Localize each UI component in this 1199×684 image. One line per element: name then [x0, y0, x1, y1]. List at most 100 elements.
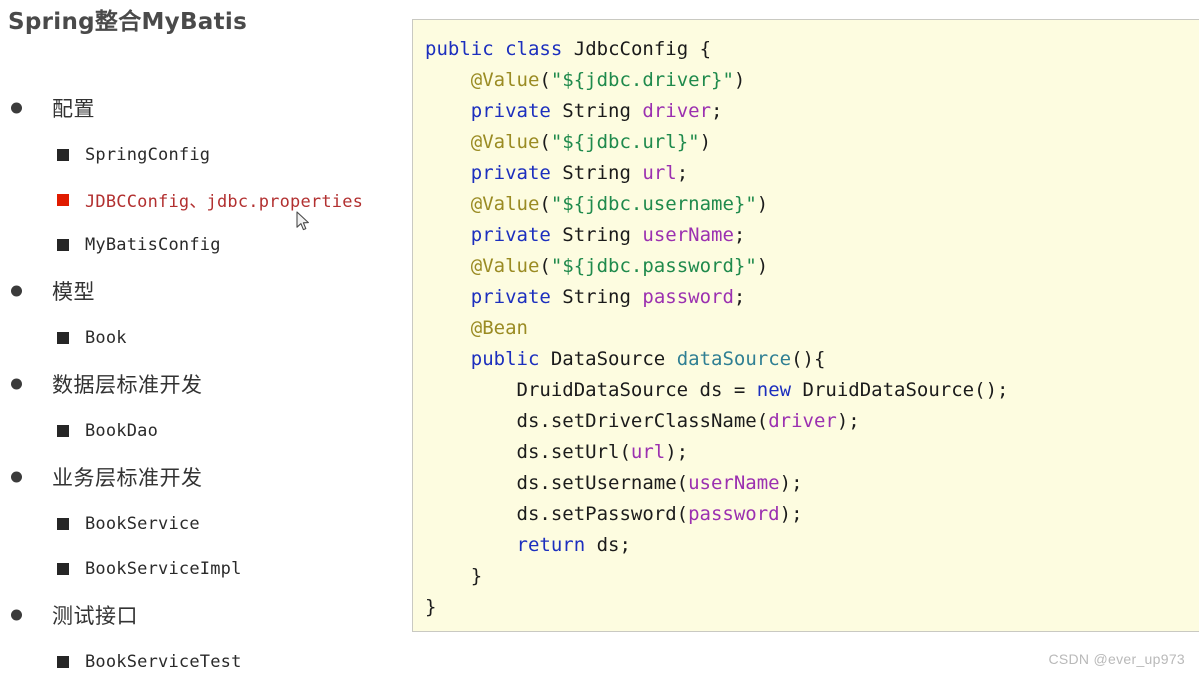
watermark-text: CSDN @ever_up973 [1048, 651, 1185, 667]
code-token: url [642, 162, 677, 184]
code-token: driver [642, 100, 712, 122]
outline-item-level1-label: 配置 [52, 97, 95, 121]
code-token: return [516, 534, 586, 556]
outline-list: 配置 SpringConfig JDBCConfig、jdbc.properties… [0, 84, 412, 684]
code-line: @Value("${jdbc.username}") [425, 193, 768, 215]
code-token: ( [539, 69, 551, 91]
outline-group: 业务层标准开发 BookService BookServiceImpl [0, 453, 412, 591]
outline-item-level2-label: BookService [85, 513, 200, 534]
bullet-dot-icon [11, 102, 22, 114]
code-token: @Bean [470, 317, 528, 339]
code-token: ds.setDriverClassName( [516, 410, 769, 432]
outline-item-level2-label: BookDao [85, 420, 159, 441]
code-token: String [562, 100, 631, 122]
code-token: } [425, 596, 437, 618]
code-token: "${jdbc.url}" [550, 131, 700, 153]
outline-item-level2[interactable]: BookServiceImpl [0, 546, 412, 591]
code-line: private String driver; [425, 100, 723, 122]
code-token: password [688, 503, 780, 525]
outline-item-level2-label: MyBatisConfig [85, 234, 221, 255]
code-line: @Bean [425, 317, 528, 339]
outline-item-level1[interactable]: 配置 [0, 84, 412, 132]
code-token: ; [733, 286, 746, 308]
outline-item-level1-label: 模型 [52, 280, 95, 304]
outline-item-level2-label: JDBCConfig、jdbc.properties [85, 192, 364, 212]
outline-item-level1-label: 测试接口 [52, 604, 138, 628]
outline-item-level2[interactable]: BookService [0, 501, 412, 546]
outline-item-level1[interactable]: 数据层标准开发 [0, 360, 412, 408]
code-token: JdbcConfig [573, 38, 689, 60]
outline-item-level2[interactable]: SpringConfig [0, 132, 412, 177]
code-token: @Value [470, 131, 540, 153]
code-token: String [562, 224, 631, 246]
outline-item-level2[interactable]: Book [0, 315, 412, 360]
outline-item-level2-label: Book [85, 327, 127, 348]
code-token: ); [836, 410, 860, 432]
code-token: ds; [585, 534, 631, 556]
outline-group: 测试接口 BookServiceTest [0, 591, 412, 684]
code-token: dataSource [676, 348, 792, 370]
bullet-dot-icon [11, 378, 22, 390]
outline-item-level1[interactable]: 业务层标准开发 [0, 453, 412, 501]
code-block: public class JdbcConfig { @Value("${jdbc… [413, 20, 1199, 623]
code-token: { [688, 38, 712, 60]
code-token: ( [539, 255, 551, 277]
code-token: ); [779, 503, 803, 525]
code-token: driver [768, 410, 837, 432]
code-token: password [642, 286, 734, 308]
code-token: ( [539, 193, 551, 215]
bullet-square-icon [57, 517, 69, 530]
code-line: private String userName; [425, 224, 746, 246]
code-line: DruidDataSource ds = new DruidDataSource… [425, 379, 1009, 401]
code-token: "${jdbc.driver}" [550, 69, 734, 91]
code-line: public DataSource dataSource(){ [425, 348, 826, 370]
outline-item-level2[interactable]: BookServiceTest [0, 639, 412, 684]
code-line: @Value("${jdbc.password}") [425, 255, 768, 277]
outline-item-level1[interactable]: 模型 [0, 267, 412, 315]
outline-item-level2[interactable]: MyBatisConfig [0, 222, 412, 267]
code-token: } [425, 565, 483, 587]
code-token: ); [665, 441, 689, 463]
outline-item-level2[interactable]: JDBCConfig、jdbc.properties [0, 177, 412, 222]
code-token: ) [756, 193, 769, 215]
outline-item-level2[interactable]: BookDao [0, 408, 412, 453]
bullet-square-icon [57, 148, 69, 161]
code-token: ds.setUrl( [516, 441, 631, 463]
code-token: ) [756, 255, 769, 277]
code-line: ds.setUsername(userName); [425, 472, 803, 494]
outline-item-level1[interactable]: 测试接口 [0, 591, 412, 639]
outline-item-level1-label: 数据层标准开发 [52, 373, 203, 397]
outline-group: 模型 Book [0, 267, 412, 360]
code-line: @Value("${jdbc.driver}") [425, 69, 746, 91]
code-panel: public class JdbcConfig { @Value("${jdbc… [412, 19, 1199, 632]
code-line: private String password; [425, 286, 746, 308]
code-token: public [425, 38, 494, 60]
code-token: "${jdbc.password}" [550, 255, 757, 277]
code-token: ( [539, 131, 551, 153]
code-token: ) [699, 131, 712, 153]
outline-group: 配置 SpringConfig JDBCConfig、jdbc.properties… [0, 84, 412, 267]
outline-group: 数据层标准开发 BookDao [0, 360, 412, 453]
code-line: ds.setUrl(url); [425, 441, 689, 463]
code-token: @Value [470, 255, 540, 277]
code-token: private [470, 286, 551, 308]
code-line: } [425, 565, 482, 587]
bullet-square-icon [57, 562, 69, 575]
